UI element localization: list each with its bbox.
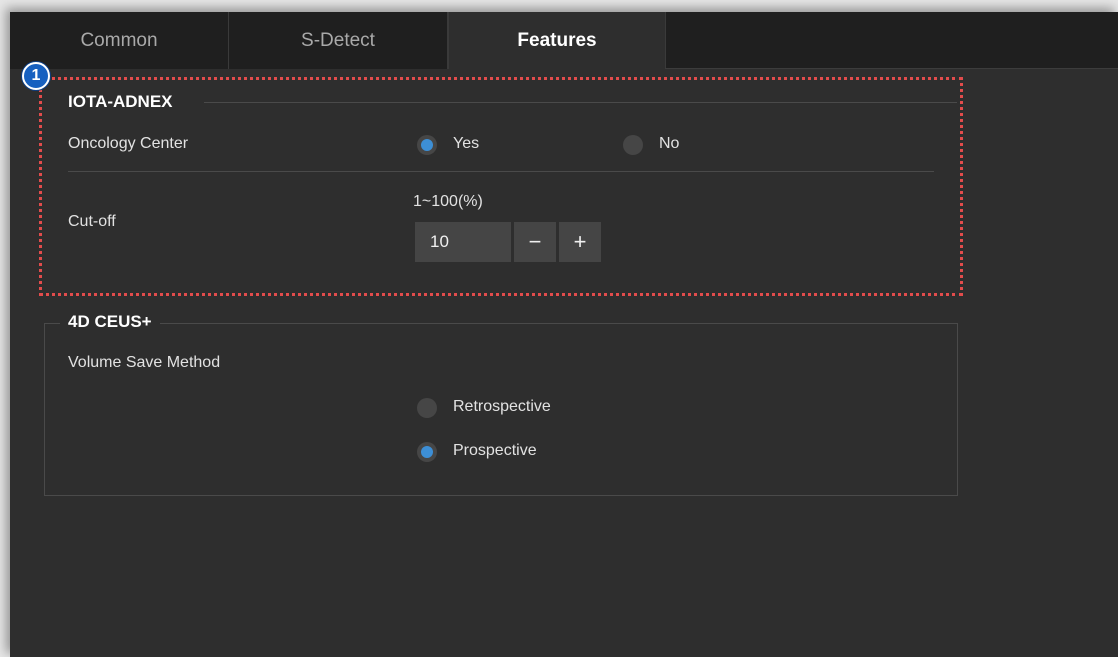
retrospective-radio[interactable]	[417, 398, 437, 418]
prospective-radio[interactable]	[417, 442, 437, 462]
oncology-center-no-radio[interactable]	[623, 135, 643, 155]
cutoff-label: Cut-off	[68, 213, 116, 230]
settings-window: Common S-Detect Features IOTA-ADNEX Onco…	[10, 12, 1118, 657]
oncology-center-yes-label[interactable]: Yes	[453, 135, 479, 153]
retrospective-label[interactable]: Retrospective	[453, 398, 551, 416]
oncology-center-yes-radio[interactable]	[417, 135, 437, 155]
prospective-label[interactable]: Prospective	[453, 442, 537, 460]
tab-common[interactable]: Common	[10, 12, 229, 69]
iota-adnex-row-divider	[68, 171, 934, 172]
ceus-title: 4D CEUS+	[60, 312, 160, 332]
cutoff-range-label: 1~100(%)	[413, 193, 483, 210]
tab-s-detect[interactable]: S-Detect	[229, 12, 448, 69]
volume-save-method-label: Volume Save Method	[68, 354, 221, 371]
callout-number-badge: 1	[22, 62, 50, 90]
tab-features[interactable]: Features	[448, 12, 666, 69]
cutoff-value-field[interactable]: 10	[415, 222, 511, 262]
tab-bar: Common S-Detect Features	[10, 12, 1118, 69]
cutoff-increment-button[interactable]: +	[559, 222, 601, 262]
cutoff-decrement-button[interactable]: −	[514, 222, 556, 262]
iota-adnex-title-rule	[204, 102, 957, 103]
iota-adnex-title: IOTA-ADNEX	[60, 92, 181, 112]
oncology-center-no-label[interactable]: No	[659, 135, 679, 153]
iota-adnex-group	[44, 102, 957, 292]
tab-bar-divider	[665, 68, 1118, 69]
oncology-center-label: Oncology Center	[68, 135, 189, 152]
